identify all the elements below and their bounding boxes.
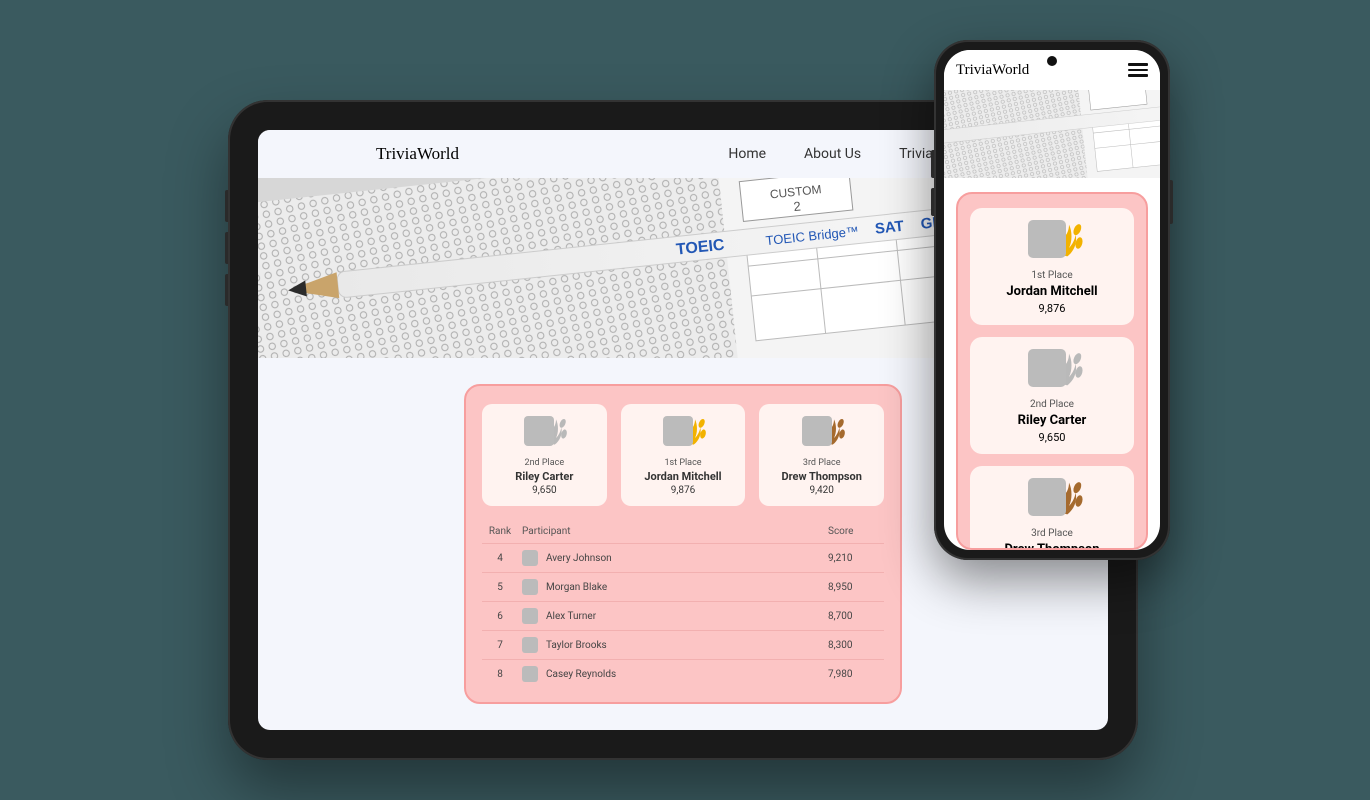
cell-rank: 8: [482, 660, 518, 689]
brand-logo[interactable]: TriviaWorld: [956, 62, 1029, 79]
place-label: 1st Place: [627, 458, 740, 468]
avatar: [1028, 220, 1066, 258]
place-label: 1st Place: [978, 270, 1126, 281]
podium-card-bronze: 3rd Place Drew Thompson 9,420: [759, 404, 884, 506]
place-label: 2nd Place: [488, 458, 601, 468]
avatar: [522, 666, 538, 682]
table-row: 7 Taylor Brooks 8,300: [482, 631, 884, 660]
podium-card-silver: 2nd Place Riley Carter 9,650: [482, 404, 607, 506]
table-row: 6 Alex Turner 8,700: [482, 602, 884, 631]
place-label: 3rd Place: [765, 458, 878, 468]
leaderboard-panel: 2nd Place Riley Carter 9,650 1st Place J…: [464, 384, 902, 704]
svg-text:2: 2: [793, 198, 802, 214]
phone-screen: TriviaWorld: [944, 50, 1160, 550]
avatar: [1028, 478, 1066, 516]
cell-rank: 5: [482, 573, 518, 602]
avatar: [1028, 349, 1066, 387]
podium-card-gold: 1st Place Jordan Mitchell 9,876: [621, 404, 746, 506]
col-participant: Participant: [518, 520, 824, 544]
svg-text:SAT: SAT: [874, 218, 905, 238]
cell-score: 8,300: [824, 631, 884, 660]
cell-participant: Casey Reynolds: [518, 660, 824, 689]
podium-card-silver: 2nd Place Riley Carter 9,650: [970, 337, 1134, 454]
cell-participant: Alex Turner: [518, 602, 824, 631]
cell-score: 8,700: [824, 602, 884, 631]
cell-rank: 7: [482, 631, 518, 660]
nav-home[interactable]: Home: [728, 146, 766, 162]
podium-card-bronze: 3rd Place Drew Thompson 9,420: [970, 466, 1134, 550]
cell-rank: 4: [482, 544, 518, 573]
cell-score: 8,950: [824, 573, 884, 602]
participant-score: 9,420: [765, 485, 878, 496]
brand-logo[interactable]: TriviaWorld: [376, 144, 459, 164]
cell-participant: Morgan Blake: [518, 573, 824, 602]
leaderboard-table: Rank Participant Score 4 Avery Johnson 9…: [482, 520, 884, 688]
avatar: [522, 608, 538, 624]
participant-name: Jordan Mitchell: [978, 284, 1126, 299]
cell-rank: 6: [482, 602, 518, 631]
podium-card-gold: 1st Place Jordan Mitchell 9,876: [970, 208, 1134, 325]
col-rank: Rank: [482, 520, 518, 544]
participant-score: 9,876: [978, 302, 1126, 315]
participant-score: 9,650: [488, 485, 601, 496]
participant-score: 9,650: [978, 431, 1126, 444]
table-row: 5 Morgan Blake 8,950: [482, 573, 884, 602]
avatar: [524, 416, 554, 446]
place-label: 2nd Place: [978, 399, 1126, 410]
participant-name: Riley Carter: [978, 413, 1126, 428]
avatar: [522, 637, 538, 653]
cell-participant: Avery Johnson: [518, 544, 824, 573]
participant-name: Riley Carter: [488, 470, 601, 483]
mobile-leaderboard-panel: 1st Place Jordan Mitchell 9,876 2nd Plac…: [956, 192, 1148, 550]
camera-cutout-icon: [1047, 56, 1057, 66]
place-label: 3rd Place: [978, 528, 1126, 539]
mobile-hero-image: [944, 90, 1160, 178]
nav-trivia[interactable]: Trivia: [899, 146, 933, 162]
participant-name: Drew Thompson: [978, 542, 1126, 550]
participant-name: Drew Thompson: [765, 470, 878, 483]
top3-row: 2nd Place Riley Carter 9,650 1st Place J…: [482, 404, 884, 506]
nav-about[interactable]: About Us: [804, 146, 861, 162]
participant-score: 9,876: [627, 485, 740, 496]
phone-device-frame: TriviaWorld: [934, 40, 1170, 560]
avatar: [663, 416, 693, 446]
avatar: [522, 550, 538, 566]
participant-name: Jordan Mitchell: [627, 470, 740, 483]
cell-participant: Taylor Brooks: [518, 631, 824, 660]
hamburger-menu-icon[interactable]: [1128, 63, 1148, 76]
cell-score: 9,210: [824, 544, 884, 573]
col-score: Score: [824, 520, 884, 544]
table-row: 4 Avery Johnson 9,210: [482, 544, 884, 573]
avatar: [802, 416, 832, 446]
avatar: [522, 579, 538, 595]
cell-score: 7,980: [824, 660, 884, 689]
table-row: 8 Casey Reynolds 7,980: [482, 660, 884, 689]
